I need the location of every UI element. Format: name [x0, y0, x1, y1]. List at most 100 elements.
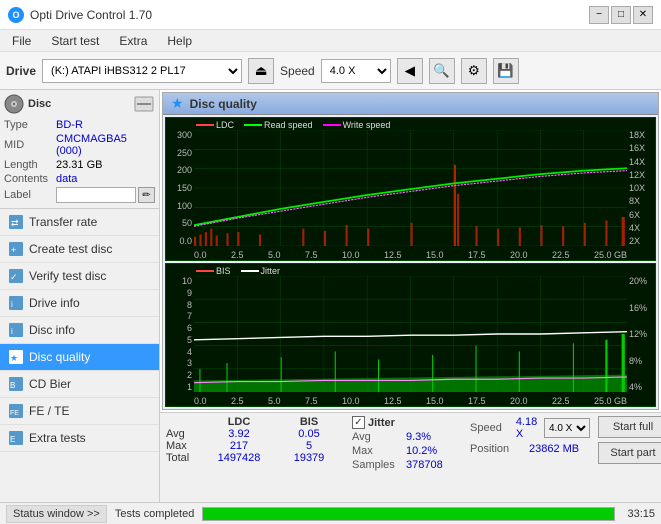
total-bis: 19379 [274, 452, 344, 464]
x-label: 25.0 GB [594, 250, 627, 260]
x-label: 2.5 [231, 396, 244, 406]
drive-select[interactable]: (K:) ATAPI iHBS312 2 PL17 [42, 59, 242, 83]
menu-extra[interactable]: Extra [111, 32, 155, 50]
y-label: 250 [177, 148, 192, 158]
y-label: 100 [177, 201, 192, 211]
y-label: 6 [187, 323, 192, 333]
ldc-bis-table: LDC BIS Avg 3.92 0.05 Max 217 5 Total 14… [166, 416, 344, 464]
menu-file[interactable]: File [4, 32, 39, 50]
sidebar-item-disc-info[interactable]: i Disc info [0, 317, 159, 344]
y-label: 20% [629, 276, 647, 286]
legend-jitter: Jitter [241, 266, 281, 276]
label-edit-button[interactable]: ✏ [138, 187, 155, 203]
sidebar-item-cd-bier[interactable]: B CD Bier [0, 371, 159, 398]
sidebar-item-verify-test-disc[interactable]: ✓ Verify test disc [0, 263, 159, 290]
disc-type-row: Type BD-R [4, 118, 155, 132]
disc-contents-value: data [56, 173, 77, 185]
progress-bar-fill [203, 508, 614, 520]
disc-length-row: Length 23.31 GB [4, 158, 155, 172]
sidebar-item-disc-quality[interactable]: ★ Disc quality [0, 344, 159, 371]
bis-col-header: BIS [274, 416, 344, 428]
eject-button[interactable]: ⏏ [248, 58, 274, 84]
start-buttons: Start full Start part [598, 416, 661, 464]
settings-button[interactable]: ⚙ [461, 58, 487, 84]
scan-button[interactable]: 🔍 [429, 58, 455, 84]
y-label: 0.0 [179, 236, 192, 246]
verify-icon: ✓ [8, 268, 24, 284]
minimize-button[interactable]: − [589, 6, 609, 24]
svg-text:✓: ✓ [10, 272, 18, 282]
chart2-y-right: 20% 16% 12% 8% 4% [627, 276, 655, 392]
svg-text:B: B [10, 381, 15, 390]
legend-write-speed: Write speed [323, 120, 391, 130]
y-label: 12% [629, 329, 647, 339]
y-label: 3 [187, 358, 192, 368]
y-label: 8 [187, 300, 192, 310]
speed-position-section: Speed 4.18 X 4.0 X Position 23862 MB [470, 416, 590, 455]
avg-bis: 0.05 [274, 428, 344, 440]
chart1-legend: LDC Read speed Write speed [196, 120, 390, 130]
svg-text:+: + [11, 245, 16, 255]
ldc-legend-color [196, 124, 214, 126]
y-label: 12X [629, 170, 645, 180]
disc-length-value: 23.31 GB [56, 159, 102, 171]
max-bis: 5 [274, 440, 344, 452]
sidebar-item-transfer-rate[interactable]: ⇄ Transfer rate [0, 209, 159, 236]
disc-mid-row: MID CMCMAGBA5 (000) [4, 132, 155, 158]
start-part-button[interactable]: Start part [598, 442, 661, 464]
sidebar-item-label: Disc info [29, 323, 75, 337]
menu-start-test[interactable]: Start test [43, 32, 107, 50]
jitter-header: ✓ Jitter [352, 416, 462, 429]
disc-mid-label: MID [4, 139, 56, 151]
sidebar-item-drive-info[interactable]: i Drive info [0, 290, 159, 317]
start-full-button[interactable]: Start full [598, 416, 661, 438]
chart1-y-right: 18X 16X 14X 12X 10X 8X 6X 4X 2X [627, 130, 655, 246]
x-label: 22.5 [552, 396, 570, 406]
x-label: 7.5 [305, 250, 318, 260]
sidebar-item-label: FE / TE [29, 404, 69, 418]
jitter-section: ✓ Jitter Avg 9.3% Max 10.2% Samples 3787… [352, 416, 462, 471]
disc-panel-header: Disc [4, 94, 155, 114]
legend-bis: BIS [196, 266, 231, 276]
status-window-button[interactable]: Status window >> [6, 505, 107, 523]
refresh-button[interactable]: ◀ [397, 58, 423, 84]
charts-area: LDC Read speed Write speed 300 [163, 115, 658, 409]
y-label: 14X [629, 157, 645, 167]
disc-info-icon: i [8, 322, 24, 338]
menu-help[interactable]: Help [159, 32, 200, 50]
save-button[interactable]: 💾 [493, 58, 519, 84]
y-label: 8X [629, 196, 640, 206]
maximize-button[interactable]: □ [611, 6, 631, 24]
sidebar-item-extra-tests[interactable]: E Extra tests [0, 425, 159, 452]
chart1-x-axis: 0.0 2.5 5.0 7.5 10.0 12.5 15.0 17.5 20.0… [194, 250, 627, 260]
x-label: 5.0 [268, 250, 281, 260]
sidebar-item-create-test-disc[interactable]: + Create test disc [0, 236, 159, 263]
read-speed-legend-color [244, 124, 262, 126]
x-label: 10.0 [342, 396, 360, 406]
y-label: 2 [187, 370, 192, 380]
sidebar-item-fe-te[interactable]: FE FE / TE [0, 398, 159, 425]
speed-label-text: Speed [470, 422, 512, 434]
main-layout: Disc Type BD-R MID CMCMAGBA5 (000) Lengt… [0, 90, 661, 502]
settings-icon: ⚙ [468, 63, 480, 79]
speed-select[interactable]: 4.0 X [321, 59, 391, 83]
jitter-avg-row: Avg 9.3% [352, 431, 462, 443]
stats-header: LDC BIS [166, 416, 344, 428]
y-label: 2X [629, 236, 640, 246]
arrow-left-icon: ◀ [405, 63, 415, 79]
y-label: 150 [177, 183, 192, 193]
label-input[interactable] [56, 187, 136, 203]
stats-area: LDC BIS Avg 3.92 0.05 Max 217 5 Total 14… [160, 412, 661, 502]
close-button[interactable]: ✕ [633, 6, 653, 24]
fe-te-icon: FE [8, 403, 24, 419]
speed-select-control[interactable]: 4.0 X [544, 418, 590, 438]
jitter-max-val: 10.2% [406, 445, 437, 457]
title-bar-left: O Opti Drive Control 1.70 [8, 7, 152, 23]
y-label: 18X [629, 130, 645, 140]
scan-icon: 🔍 [433, 63, 450, 79]
svg-text:⇄: ⇄ [11, 218, 19, 228]
jitter-checkbox[interactable]: ✓ [352, 416, 365, 429]
svg-text:★: ★ [10, 353, 18, 363]
y-label: 10X [629, 183, 645, 193]
speed-value: 4.18 X [516, 416, 540, 440]
